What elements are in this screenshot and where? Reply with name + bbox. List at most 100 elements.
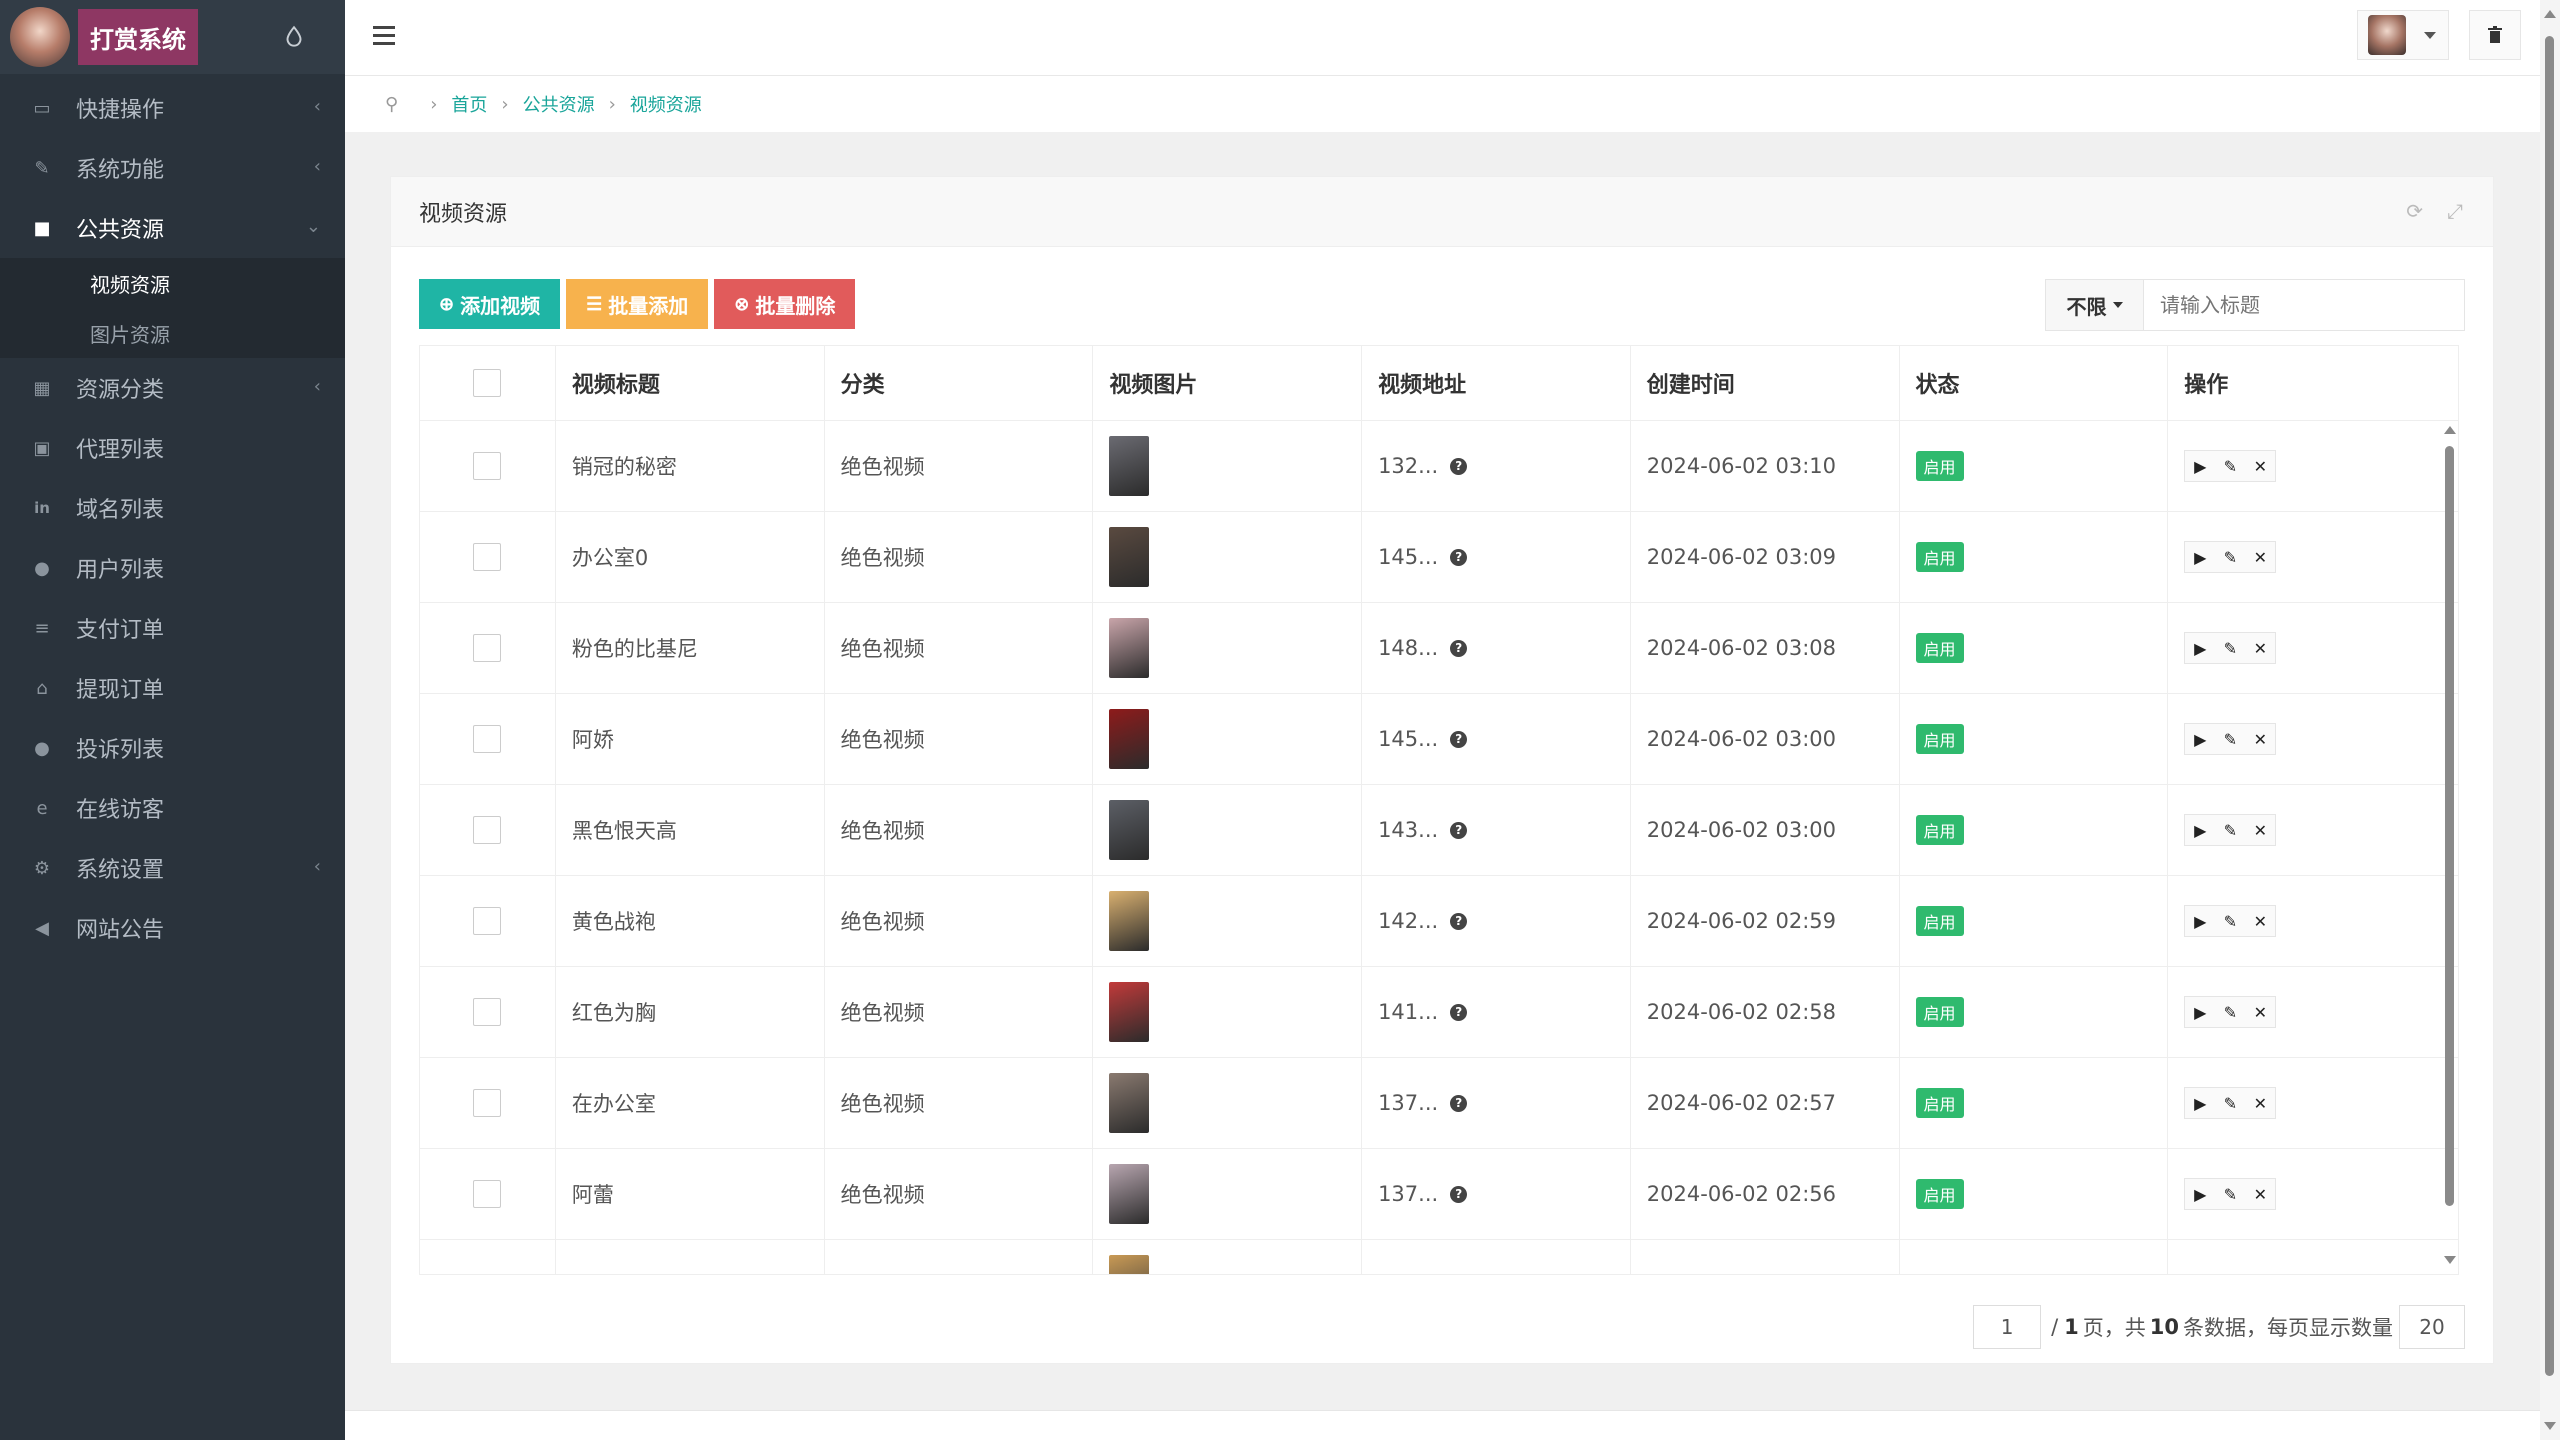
sidebar-item-users[interactable]: ● 用户列表 [0,538,345,598]
select-all-checkbox[interactable] [473,369,502,397]
close-icon[interactable]: ✕ [2245,633,2275,663]
row-checkbox[interactable] [473,1089,502,1117]
sidebar-item-system-functions[interactable]: ✎ 系统功能 ‹ [0,138,345,198]
search-input[interactable] [2144,280,2464,330]
video-thumbnail[interactable] [1109,1073,1150,1133]
status-badge[interactable]: 启用 [1915,633,1964,663]
play-icon[interactable]: ▶ [2185,1088,2215,1118]
question-circle-icon[interactable]: ? [1450,1185,1468,1203]
close-icon[interactable]: ✕ [2245,1179,2275,1209]
sidebar-item-withdraw-orders[interactable]: ⌂ 提现订单 [0,658,345,718]
refresh-icon[interactable]: ⟳ [2406,199,2423,223]
pencil-icon[interactable]: ✎ [2215,906,2245,936]
table-scrollbar[interactable] [2442,424,2456,1266]
batch-add-button[interactable]: ☰ 批量添加 [566,279,709,329]
scroll-up-icon[interactable] [2544,10,2556,18]
scroll-thumb[interactable] [2545,36,2554,1376]
video-thumbnail[interactable] [1109,800,1150,860]
sidebar-item-settings[interactable]: ⚙ 系统设置 ‹ [0,838,345,898]
sidebar-item-quick-actions[interactable]: ▭ 快捷操作 ‹ [0,78,345,138]
row-checkbox[interactable] [473,543,502,571]
close-icon[interactable]: ✕ [2245,815,2275,845]
video-thumbnail[interactable] [1109,891,1150,951]
sidebar-item-public-resources[interactable]: ■ 公共资源 ⌄ [0,198,345,258]
play-icon[interactable]: ▶ [2185,724,2215,754]
scroll-up-icon[interactable] [2444,426,2456,434]
close-icon[interactable]: ✕ [2245,997,2275,1027]
sidebar-subitem-video-resources[interactable]: 视频资源 [0,258,345,308]
sidebar-item-announcements[interactable]: ◀ 网站公告 [0,898,345,958]
batch-delete-button[interactable]: ⊗ 批量删除 [714,279,856,329]
close-icon[interactable]: ✕ [2245,451,2275,481]
status-badge[interactable]: 启用 [1915,1179,1964,1209]
row-checkbox[interactable] [473,816,502,844]
video-thumbnail[interactable] [1109,982,1150,1042]
status-badge[interactable]: 启用 [1915,997,1964,1027]
pencil-icon[interactable]: ✎ [2215,451,2245,481]
page-scrollbar[interactable] [2540,0,2560,1440]
water-drop-icon[interactable] [281,24,307,50]
row-checkbox[interactable] [473,452,502,480]
status-badge[interactable]: 启用 [1915,542,1964,572]
row-checkbox[interactable] [473,634,502,662]
row-checkbox[interactable] [473,725,502,753]
status-badge[interactable]: 启用 [1915,815,1964,845]
question-circle-icon[interactable]: ? [1450,1094,1468,1112]
play-icon[interactable]: ▶ [2185,633,2215,663]
sidebar-item-online-visitors[interactable]: e 在线访客 [0,778,345,838]
close-icon[interactable]: ✕ [2245,906,2275,936]
scroll-thumb[interactable] [2445,446,2454,1206]
pencil-icon[interactable]: ✎ [2215,724,2245,754]
breadcrumb-section[interactable]: 公共资源 [523,91,595,117]
status-badge[interactable]: 启用 [1915,724,1964,754]
sidebar-item-agents[interactable]: ▣ 代理列表 [0,418,345,478]
question-circle-icon[interactable]: ? [1450,548,1468,566]
pencil-icon[interactable]: ✎ [2215,997,2245,1027]
pencil-icon[interactable]: ✎ [2215,815,2245,845]
sidebar-subitem-image-resources[interactable]: 图片资源 [0,308,345,358]
scroll-down-icon[interactable] [2444,1256,2456,1264]
question-circle-icon[interactable]: ? [1450,730,1468,748]
play-icon[interactable]: ▶ [2185,1179,2215,1209]
video-thumbnail[interactable] [1109,1255,1150,1274]
page-number-input[interactable]: 1 [1973,1305,2042,1349]
question-circle-icon[interactable]: ? [1450,639,1468,657]
sidebar-item-payment-orders[interactable]: ≡ 支付订单 [0,598,345,658]
row-checkbox[interactable] [473,998,502,1026]
close-icon[interactable]: ✕ [2245,1088,2275,1118]
breadcrumb-current[interactable]: 视频资源 [630,91,702,117]
close-icon[interactable]: ✕ [2245,542,2275,572]
video-thumbnail[interactable] [1109,436,1150,496]
breadcrumb-home[interactable]: 首页 [451,91,487,117]
video-thumbnail[interactable] [1109,1164,1150,1224]
play-icon[interactable]: ▶ [2185,815,2215,845]
status-badge[interactable]: 启用 [1915,1088,1964,1118]
clear-cache-button[interactable] [2469,10,2521,60]
status-badge[interactable]: 启用 [1915,906,1964,936]
play-icon[interactable]: ▶ [2185,906,2215,936]
filter-select[interactable]: 不限 [2046,280,2144,330]
page-size-input[interactable]: 20 [2399,1305,2465,1349]
status-badge[interactable]: 启用 [1915,451,1964,481]
question-circle-icon[interactable]: ? [1450,457,1468,475]
sidebar-item-domains[interactable]: in 域名列表 [0,478,345,538]
user-menu-button[interactable] [2357,10,2449,60]
video-thumbnail[interactable] [1109,527,1150,587]
play-icon[interactable]: ▶ [2185,542,2215,572]
pencil-icon[interactable]: ✎ [2215,542,2245,572]
sidebar-item-complaints[interactable]: ● 投诉列表 [0,718,345,778]
play-icon[interactable]: ▶ [2185,451,2215,481]
fullscreen-icon[interactable]: ⤢ [2447,199,2463,223]
play-icon[interactable]: ▶ [2185,997,2215,1027]
row-checkbox[interactable] [473,1180,502,1208]
pencil-icon[interactable]: ✎ [2215,1088,2245,1118]
pencil-icon[interactable]: ✎ [2215,1179,2245,1209]
row-checkbox[interactable] [473,907,502,935]
add-video-button[interactable]: ⊕ 添加视频 [419,279,561,329]
question-circle-icon[interactable]: ? [1450,1003,1468,1021]
sidebar-item-resource-categories[interactable]: ▦ 资源分类 ‹ [0,358,345,418]
question-circle-icon[interactable]: ? [1450,912,1468,930]
pencil-icon[interactable]: ✎ [2215,633,2245,663]
scroll-down-icon[interactable] [2544,1422,2556,1430]
menu-toggle-icon[interactable] [373,26,395,48]
